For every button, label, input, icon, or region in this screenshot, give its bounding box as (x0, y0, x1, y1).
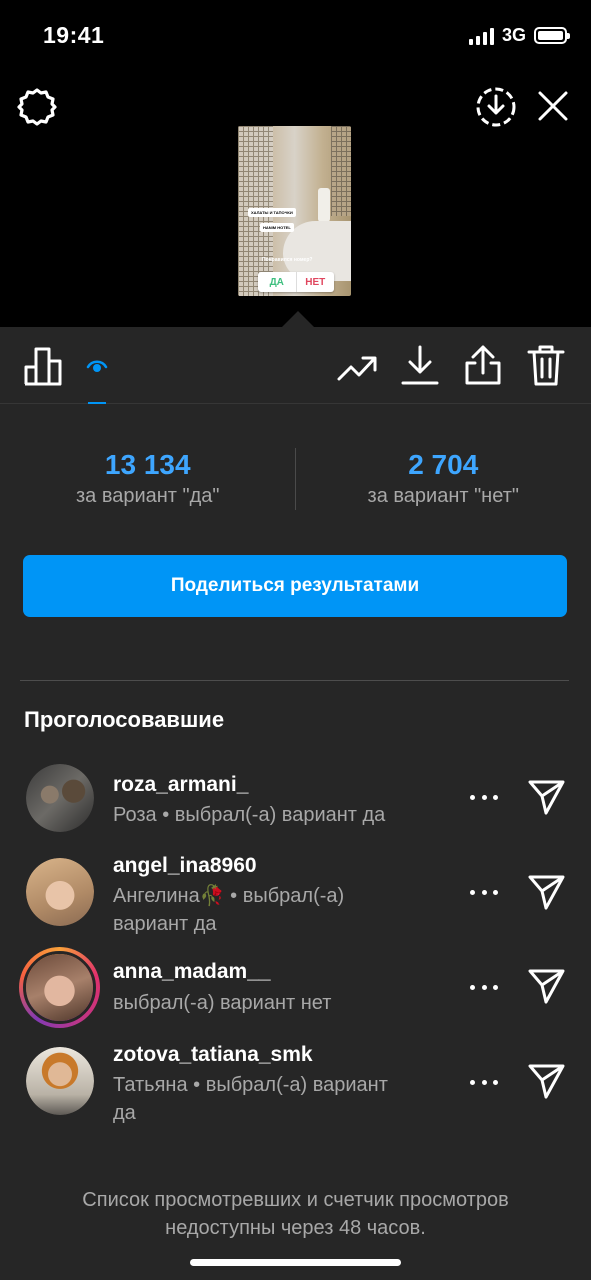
settings-button[interactable] (16, 86, 58, 128)
eye-icon (86, 360, 108, 372)
result-yes: 13 134 за вариант "да" (0, 440, 296, 520)
poll-question: Понравился номер? (262, 257, 313, 263)
voter-username[interactable]: zotova_tatiana_smk (113, 1043, 313, 1067)
voter-row[interactable]: zotova_tatiana_smk Татьяна • выбрал(-а) … (0, 1040, 591, 1130)
bar-chart-icon (24, 347, 62, 386)
active-tab-indicator (88, 402, 106, 404)
viewers-expiry-note: Список просмотревших и счетчик просмотро… (0, 1186, 591, 1242)
save-story-button[interactable] (474, 85, 518, 129)
close-button[interactable] (533, 86, 573, 126)
more-options-button[interactable] (470, 882, 498, 902)
tab-viewers[interactable] (86, 352, 108, 380)
poll-option-no: НЕТ (305, 276, 326, 288)
send-icon[interactable] (526, 872, 566, 912)
send-icon[interactable] (526, 1061, 566, 1101)
delete-button[interactable] (525, 343, 567, 387)
download-icon (401, 345, 439, 385)
results-divider (295, 448, 296, 510)
voter-subtitle: Ангелина🥀 • выбрал(-а) вариант да (113, 885, 345, 935)
result-no-label: за вариант "нет" (367, 485, 519, 507)
more-options-button[interactable] (470, 787, 498, 807)
voter-subtitle: Татьяна • выбрал(-а) вариант да (113, 1074, 388, 1124)
voter-row[interactable]: roza_armani_ Роза • выбрал(-а) вариант д… (0, 759, 591, 849)
voter-row[interactable]: angel_ina8960 Ангелина🥀 • выбрал(-а) вар… (0, 852, 591, 942)
avatar[interactable] (26, 1047, 94, 1115)
avatar-story-ring[interactable] (19, 947, 100, 1028)
story-sticker: HANIM HOTEL (260, 223, 294, 232)
result-no: 2 704 за вариант "нет" (296, 440, 591, 520)
voter-username[interactable]: angel_ina8960 (113, 854, 257, 878)
voter-subtitle: Роза • выбрал(-а) вариант да (113, 804, 386, 826)
story-header: 19:41 3G ХАЛАТЫ И ТАПОЧКИ HANIM HOTEL По… (0, 0, 591, 327)
signal-icon (468, 27, 494, 45)
selection-pointer (282, 311, 314, 327)
thumbnail-bottle (318, 188, 330, 222)
trending-up-icon (337, 356, 377, 381)
share-results-button[interactable]: Поделиться результатами (23, 555, 567, 617)
voter-username[interactable]: anna_madam__ (113, 960, 271, 984)
voters-title: Проголосовавшие (24, 707, 225, 732)
more-options-button[interactable] (470, 1072, 498, 1092)
poll-option-yes: ДА (258, 272, 297, 292)
send-icon[interactable] (526, 777, 566, 817)
close-icon (538, 91, 568, 121)
network-type: 3G (501, 25, 526, 45)
section-divider (20, 680, 569, 681)
voter-username[interactable]: roza_armani_ (113, 773, 248, 797)
share-icon (465, 345, 501, 385)
trash-icon (527, 345, 565, 386)
tab-statistics[interactable] (22, 345, 64, 387)
voter-subtitle: выбрал(-а) вариант нет (113, 992, 332, 1014)
result-yes-label: за вариант "да" (75, 485, 220, 507)
status-indicators: 3G (468, 25, 570, 46)
more-options-button[interactable] (470, 977, 498, 997)
result-yes-count: 13 134 (104, 449, 191, 480)
thumbnail-tiles-right (331, 126, 351, 216)
home-indicator[interactable] (190, 1259, 401, 1266)
voter-row[interactable]: anna_madam__ выбрал(-а) вариант нет (0, 945, 591, 1035)
story-thumbnail[interactable]: ХАЛАТЫ И ТАПОЧКИ HANIM HOTEL Понравился … (238, 126, 351, 296)
story-sticker: ХАЛАТЫ И ТАПОЧКИ (248, 208, 296, 217)
battery-icon (534, 27, 570, 44)
viewers-expiry-text: Список просмотревших и счетчик просмотро… (82, 1189, 509, 1239)
download-circle-icon (476, 87, 516, 127)
avatar[interactable] (26, 764, 94, 832)
download-button[interactable] (400, 344, 440, 386)
promote-button[interactable] (336, 347, 378, 387)
send-icon[interactable] (526, 966, 566, 1006)
gear-icon (17, 88, 57, 126)
insights-toolbar (0, 327, 591, 404)
share-button[interactable] (462, 343, 504, 387)
status-time: 19:41 (43, 22, 105, 48)
avatar[interactable] (26, 858, 94, 926)
result-no-count: 2 704 (408, 449, 479, 480)
poll-sticker: ДА НЕТ (258, 272, 334, 292)
